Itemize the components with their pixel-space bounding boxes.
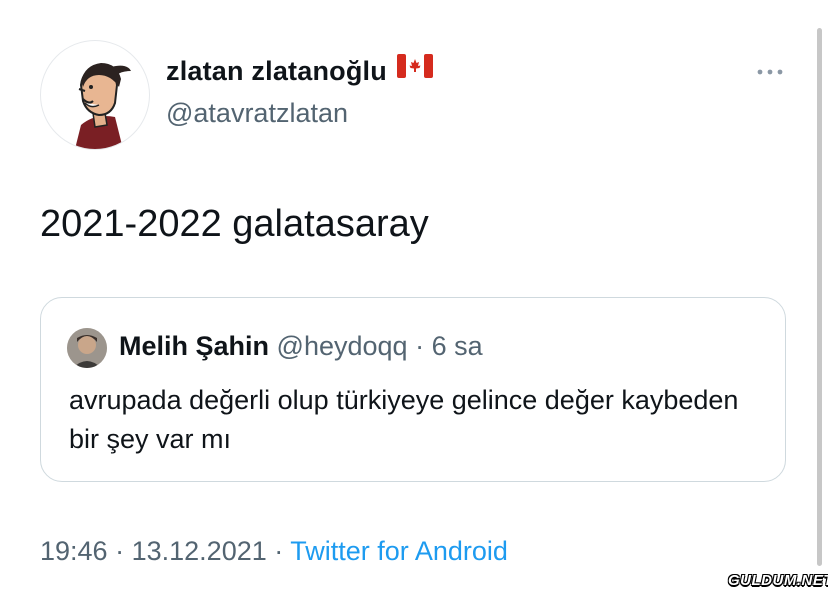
quoted-time[interactable]: 6 sa — [432, 331, 483, 361]
author-name-text: zlatan zlatanoğlu — [166, 56, 387, 86]
avatar-illustration-icon — [75, 63, 131, 149]
tweet-time[interactable]: 19:46 — [40, 536, 108, 566]
tweet-text: 2021-2022 galatasaray — [40, 203, 429, 245]
quoted-name[interactable]: Melih Şahin — [119, 331, 269, 361]
quoted-tweet[interactable]: Melih Şahin @heydoqq · 6 sa avrupada değ… — [40, 297, 786, 482]
quoted-header: Melih Şahin @heydoqq · 6 sa — [119, 331, 483, 362]
meta-separator: · — [115, 536, 125, 566]
more-options-icon[interactable] — [754, 60, 786, 84]
scrollbar[interactable] — [817, 28, 822, 566]
tweet-meta: 19:46 · 13.12.2021 · Twitter for Android — [40, 536, 508, 567]
canada-flag-icon — [396, 54, 433, 85]
author-display-name[interactable]: zlatan zlatanoğlu — [166, 54, 433, 88]
tweet-date[interactable]: 13.12.2021 — [132, 536, 267, 566]
watermark: GULDUM.NET — [728, 572, 828, 589]
author-avatar[interactable] — [40, 40, 150, 150]
quoted-separator: · — [415, 331, 425, 361]
quoted-text: avrupada değerli olup türkiyeye gelince … — [69, 385, 739, 454]
meta-separator: · — [274, 536, 284, 566]
author-handle[interactable]: @atavratzlatan — [166, 98, 348, 129]
quoted-avatar[interactable] — [67, 328, 107, 368]
tweet-source-link[interactable]: Twitter for Android — [290, 536, 508, 566]
tweet: zlatan zlatanoğlu @atavratzlatan 2021-20… — [0, 0, 828, 594]
quoted-handle[interactable]: @heydoqq — [277, 331, 408, 361]
